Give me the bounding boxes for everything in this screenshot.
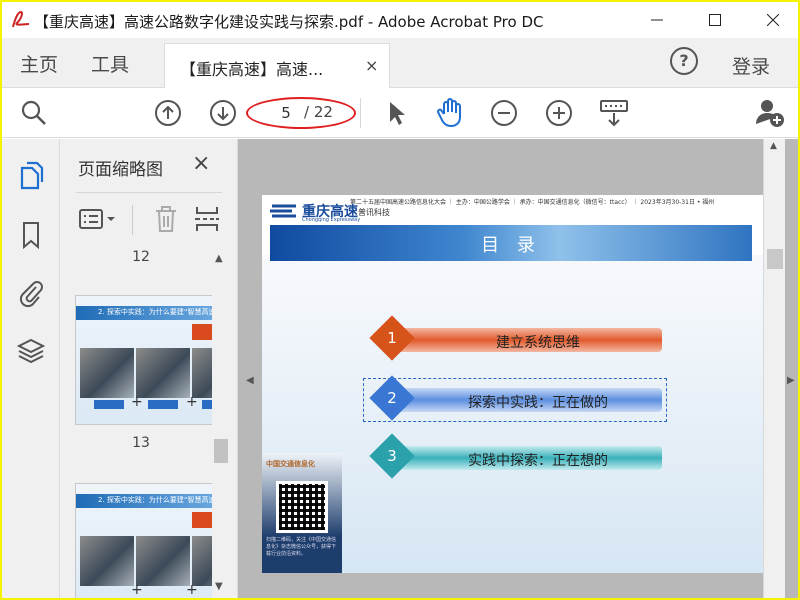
thumbnail-options-icon[interactable] [78,203,118,235]
sign-in-link[interactable]: 登录 [732,52,770,79]
page-number-label: 13 [132,435,150,451]
close-window-button[interactable] [744,2,798,38]
window-title: 【重庆高速】高速公路数字化建设实践与探索.pdf - Adobe Acrobat… [34,13,544,31]
close-tab-icon[interactable]: × [365,56,378,75]
thumbnails-panel: 页面缩略图 × 12 2. 探索中实践：为什么要建“智慧高速” + + 13 2… [60,139,238,598]
layers-icon[interactable] [15,335,47,367]
thumbnail-list: 12 2. 探索中实践：为什么要建“智慧高速” + + 13 2. 探索中实践：… [60,247,220,598]
toc-text: 实践中探索：正在想的 [468,453,608,469]
collapse-left-icon[interactable]: ◀ [246,375,254,386]
logo-english: Chongqing Expressway [302,217,361,223]
page-thumbnail[interactable]: 2. 探索中实践：为什么要建“智慧高速” + + [75,295,215,425]
delete-page-icon[interactable] [152,203,180,235]
scroll-down-icon[interactable]: ▼ [215,581,223,592]
maximize-button[interactable] [686,2,744,38]
plus-glyph: + [131,394,143,410]
qr-header: 中国交通信息化 [266,460,315,468]
menu-tab-bar: 主页 工具 【重庆高速】高速... × ? 登录 [2,38,798,89]
scrollbar-thumb[interactable] [767,249,783,269]
toc-text: 建立系统思维 [496,335,580,351]
logo-subtitle: 普讯科技 [358,208,390,217]
thumbnail-caption [94,400,124,409]
left-rail [2,139,60,598]
toc-item: 2 探索中实践：正在做的 [369,375,674,421]
toolbar-divider [360,98,361,128]
plus-glyph: + [186,582,198,598]
title-bar: 【重庆高速】高速公路数字化建设实践与探索.pdf - Adobe Acrobat… [2,2,798,38]
thumbnail-scrollbar[interactable]: ▲ ▼ [212,249,230,598]
panel-title: 页面缩略图 [78,160,163,180]
thumbnail-photo [80,348,134,398]
company-logo-icon [270,203,298,218]
page-total: / 22 [304,103,333,121]
help-icon[interactable]: ? [670,47,698,75]
thumbnail-photo [136,348,190,398]
document-viewport: ◀ 第二十五届中国高速公路信息化大会 ｜ 主办：中国公路学会 ｜ 承办：中国交通… [238,139,798,598]
plus-glyph: + [131,582,143,598]
add-user-icon[interactable] [754,97,786,129]
panel-toolbar-divider [132,205,133,235]
conference-header: 第二十五届中国高速公路信息化大会 ｜ 主办：中国公路学会 ｜ 承办：中国交通信息… [350,199,715,206]
attachment-icon[interactable] [15,277,47,309]
minimize-button[interactable] [628,2,686,38]
toc-item: 1 建立系统思维 [369,315,674,361]
slide-title: 目 录 [481,235,541,256]
close-panel-icon[interactable]: × [192,151,210,176]
zoom-out-icon[interactable] [488,97,520,129]
plus-glyph: + [186,394,198,410]
thumbnail-photo [136,536,190,586]
toc-text: 探索中实践：正在做的 [468,395,608,411]
main-toolbar: / 22 [2,88,798,138]
acrobat-icon [10,9,32,31]
hand-tool-icon[interactable] [434,97,466,129]
pdf-page: 第二十五届中国高速公路信息化大会 ｜ 主办：中国公路学会 ｜ 承办：中国交通信息… [262,195,764,573]
select-arrow-icon[interactable] [380,97,412,129]
thumbnail-header: 2. 探索中实践：为什么要建“智慧高速” [76,494,215,508]
qr-caption: 扫描二维码，关注《中国交通信息化》杂志微信公众号，获得下载行业前沿资料。 [266,537,337,557]
thumbnail-photo [80,536,134,586]
scroll-up-icon[interactable]: ▲ [215,253,223,264]
scrollbar-thumb[interactable] [214,439,228,463]
document-scrollbar[interactable]: ▲ [763,139,785,598]
bookmark-icon[interactable] [15,219,47,251]
toc-number: 2 [387,389,397,407]
thumbnail-header: 2. 探索中实践：为什么要建“智慧高速” [76,306,215,320]
app-window: 【重庆高速】高速公路数字化建设实践与探索.pdf - Adobe Acrobat… [2,2,798,598]
thumbnail-caption [148,400,178,409]
panel-divider [76,192,222,193]
toc-number: 3 [387,447,397,465]
page-navigator: / 22 [246,97,356,129]
pages-icon[interactable] [15,159,47,191]
page-up-icon[interactable] [152,97,184,129]
scroll-up-icon[interactable]: ▲ [770,141,777,151]
search-zoom-icon[interactable] [18,97,50,129]
zoom-in-icon[interactable] [543,97,575,129]
toc-number: 1 [387,329,397,347]
page-number-label: 12 [132,249,150,265]
qr-code-image [276,481,328,533]
home-menu[interactable]: 主页 [20,50,58,77]
thumbnail-header-text: 2. 探索中实践：为什么要建“智慧高速” [98,496,215,504]
toc-item: 3 实践中探索：正在想的 [369,433,674,479]
document-tab[interactable]: 【重庆高速】高速... × [164,43,390,89]
page-number-input[interactable] [266,102,306,124]
tools-menu[interactable]: 工具 [91,50,129,77]
extract-page-icon[interactable] [194,203,220,235]
qr-card: 中国交通信息化 扫描二维码，关注《中国交通信息化》杂志微信公众号，获得下载行业前… [262,453,342,573]
page-down-icon[interactable] [207,97,239,129]
title-banner: 目 录 [270,225,752,261]
thumbnail-header-text: 2. 探索中实践：为什么要建“智慧高速” [98,308,215,316]
page-thumbnail[interactable]: 2. 探索中实践：为什么要建“智慧高速” + + [75,483,215,598]
collapse-right-icon[interactable]: ▶ [787,375,795,386]
keyboard-tool-icon[interactable] [598,97,630,129]
document-tab-label: 【重庆高速】高速... [180,60,324,79]
